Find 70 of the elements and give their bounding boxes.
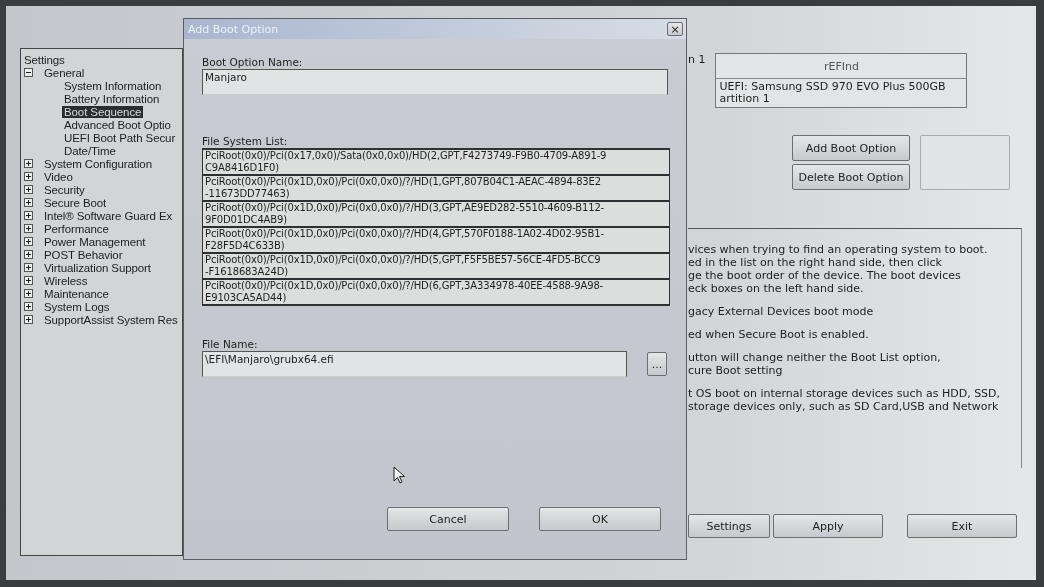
- tree-title: Settings: [24, 53, 66, 66]
- description-text: storage devices only, such as SD Card,USB and Network: [688, 400, 1000, 413]
- browse-button[interactable]: ...: [647, 352, 667, 376]
- mouse-cursor-icon: [393, 466, 406, 484]
- field-label: Boot Option Name:: [202, 56, 304, 69]
- dialog-title: Add Boot Option: [188, 22, 279, 36]
- tree-item[interactable]: Wireless: [42, 274, 90, 287]
- tree-item[interactable]: Battery Information: [62, 92, 162, 105]
- description-text: ge the boot order of the device. The boot devices: [688, 269, 962, 282]
- expand-icon[interactable]: [24, 224, 33, 233]
- file-system-item[interactable]: PciRoot(0x0)/Pci(0x1D,0x0)/Pci(0x0,0x0)/?/HD(3,GPT,AE9ED282-5510-4609-B112- 9F0D01DC4AB9): [203, 202, 669, 226]
- expand-icon[interactable]: [24, 172, 33, 181]
- tree-item[interactable]: Video: [42, 170, 75, 183]
- tree-item[interactable]: Maintenance: [42, 287, 111, 300]
- file-system-item[interactable]: PciRoot(0x0)/Pci(0x17,0x0)/Sata(0x0,0x0)/HD(2,GPT,F4273749-F9B0-4709-A891-9 C9A8416D1F0): [203, 150, 669, 174]
- file-system-item[interactable]: PciRoot(0x0)/Pci(0x1D,0x0)/Pci(0x0,0x0)/?/HD(6,GPT,3A334978-40EE-4588-9A98- E9103CA5AD44): [203, 280, 669, 304]
- expand-icon[interactable]: [24, 185, 33, 194]
- description-text: cure Boot setting: [688, 364, 784, 377]
- delete-boot-option-button[interactable]: Delete Boot Option: [792, 164, 910, 190]
- expand-icon[interactable]: [24, 250, 33, 259]
- field-label: File System List:: [202, 135, 289, 148]
- boot-option-name-field[interactable]: Manjaro: [202, 69, 668, 95]
- tree-item[interactable]: Advanced Boot Optio: [62, 118, 173, 131]
- tree-item[interactable]: Virtualization Support: [42, 261, 153, 274]
- boot-list-entry[interactable]: UEFI: Samsung SSD 970 EVO Plus 500GB artition 1: [716, 79, 967, 107]
- tree-item[interactable]: System Information: [62, 79, 164, 92]
- expand-icon[interactable]: [24, 211, 33, 220]
- tree-item[interactable]: Boot Sequence: [62, 105, 144, 118]
- exit-button[interactable]: Exit: [907, 514, 1017, 538]
- tree-item[interactable]: Performance: [42, 222, 111, 235]
- expand-icon[interactable]: [24, 198, 33, 207]
- expand-icon[interactable]: [24, 237, 33, 246]
- description-text: eck boxes on the left hand side.: [688, 282, 865, 295]
- tree-item[interactable]: General: [42, 66, 87, 79]
- collapse-icon[interactable]: [24, 68, 33, 77]
- file-name-field[interactable]: \EFI\Manjaro\grubx64.efi: [202, 351, 627, 377]
- expand-icon[interactable]: [24, 276, 33, 285]
- tree-item[interactable]: UEFI Boot Path Secur: [62, 131, 178, 144]
- expand-icon[interactable]: [24, 289, 33, 298]
- description-text: vices when trying to find an operating system to boot.: [688, 243, 989, 256]
- tree-item[interactable]: System Logs: [42, 300, 112, 313]
- file-system-item[interactable]: PciRoot(0x0)/Pci(0x1D,0x0)/Pci(0x0,0x0)/?/HD(1,GPT,807B04C1-AEAC-4894-83E2 -11673DD77463): [203, 176, 669, 200]
- description-text: gacy External Devices boot mode: [688, 305, 875, 318]
- apply-button[interactable]: Apply: [773, 514, 883, 538]
- tree-item[interactable]: POST Behavior: [42, 248, 125, 261]
- cancel-button[interactable]: Cancel: [387, 507, 509, 531]
- boot-list-header: rEFInd: [716, 54, 967, 79]
- close-button[interactable]: ×: [667, 22, 683, 36]
- expand-icon[interactable]: [24, 159, 33, 168]
- tree-item[interactable]: Date/Time: [62, 144, 118, 157]
- expand-icon[interactable]: [24, 263, 33, 272]
- expand-icon[interactable]: [24, 315, 33, 324]
- tree-item[interactable]: System Configuration: [42, 157, 154, 170]
- add-boot-option-button[interactable]: Add Boot Option: [792, 135, 910, 161]
- file-system-item[interactable]: PciRoot(0x0)/Pci(0x1D,0x0)/Pci(0x0,0x0)/?/HD(4,GPT,570F0188-1A02-4D02-95B1- F28F5D4C633B): [203, 228, 669, 252]
- tree-item[interactable]: SupportAssist System Res: [42, 313, 180, 326]
- expand-icon[interactable]: [24, 302, 33, 311]
- description-text: ed when Secure Boot is enabled.: [688, 328, 870, 341]
- field-label: File Name:: [202, 338, 259, 351]
- ok-button[interactable]: OK: [539, 507, 661, 531]
- tree-item[interactable]: Security: [42, 183, 87, 196]
- tree-item[interactable]: Secure Boot: [42, 196, 109, 209]
- tree-item[interactable]: Intel® Software Guard Ex: [42, 209, 175, 222]
- settings-button[interactable]: Settings: [688, 514, 770, 538]
- description-text: t OS boot on internal storage devices such as HDD, SSD,: [688, 387, 1002, 400]
- description-text: ed in the list on the right hand side, then click: [688, 256, 943, 269]
- tree-item[interactable]: Power Management: [42, 235, 148, 248]
- boot-list-label: n 1: [688, 53, 706, 68]
- file-system-item[interactable]: PciRoot(0x0)/Pci(0x1D,0x0)/Pci(0x0,0x0)/?/HD(5,GPT,F5F5BE57-56CE-4FD5-BCC9 -F1618683A24D): [203, 254, 669, 278]
- description-text: utton will change neither the Boot List option,: [688, 351, 942, 364]
